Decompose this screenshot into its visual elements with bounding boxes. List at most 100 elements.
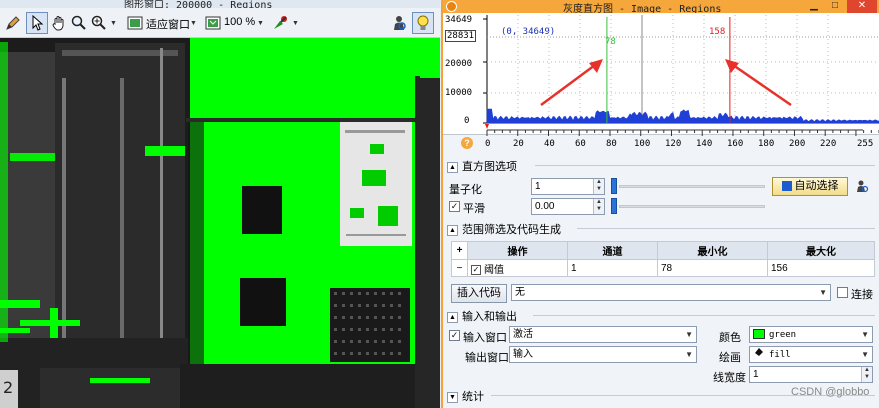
io-header[interactable]: ▲ 输入和输出 — [447, 308, 875, 323]
x-tick-20: 20 — [513, 139, 524, 149]
auto-select-label: 自动选择 — [794, 180, 839, 192]
x-tick-40: 40 — [544, 139, 555, 149]
red-arrow-right — [725, 59, 792, 107]
paint-tool-icon[interactable] — [270, 12, 292, 34]
zoom-dropdown-arrow-icon[interactable]: ▼ — [110, 20, 117, 27]
hand-pan-icon[interactable] — [48, 12, 70, 34]
smooth-checkbox[interactable]: ✓ — [449, 201, 460, 212]
smooth-label: 平滑 — [463, 203, 485, 215]
smooth-slider-track[interactable] — [619, 205, 765, 208]
region-overlay-image: 2 — [0, 38, 440, 408]
maximize-icon[interactable]: □ — [826, 0, 844, 13]
insert-code-button[interactable]: 插入代码 — [451, 284, 507, 303]
zoom-percent-dropdown-arrow-icon[interactable]: ▼ — [257, 20, 264, 27]
row-operation-cell[interactable]: ✓ 阈值 — [467, 259, 568, 277]
x-tick-80: 80 — [606, 139, 617, 149]
histogram-titlebar: 灰度直方图 - Image - Regions ▁ □ ✕ — [443, 0, 879, 15]
row-min[interactable]: 78 — [657, 259, 768, 277]
image-canvas[interactable]: 2 — [0, 38, 440, 408]
range-filter-title: 范围筛选及代码生成 — [462, 224, 561, 236]
auto-select-button[interactable]: 自动选择 — [772, 177, 848, 196]
chevron-down-icon[interactable]: ▼ — [685, 347, 693, 362]
col-operation: 操作 — [467, 241, 568, 260]
row-channel[interactable]: 1 — [567, 259, 658, 277]
insert-code-select[interactable]: 无 ▼ — [511, 284, 831, 301]
histogram-window: 灰度直方图 - Image - Regions ▁ □ ✕ 34649 2883… — [441, 0, 879, 408]
quantize-spinbox[interactable]: 1 ▲ ▼ — [531, 178, 605, 195]
paint-dropdown-arrow-icon[interactable]: ▼ — [292, 20, 299, 27]
smooth-spinbox[interactable]: 0.00 ▲ ▼ — [531, 198, 605, 215]
collapse-icon[interactable]: ▲ — [447, 161, 458, 173]
section-divider — [577, 228, 875, 229]
quantize-slider-thumb[interactable] — [611, 178, 617, 194]
chevron-down-icon[interactable]: ▼ — [861, 327, 869, 342]
table-row[interactable]: − ✓ 阈值 1 78 156 — [451, 259, 875, 277]
range-table-header: + 操作 通道 最小化 最大化 — [451, 241, 875, 260]
max-threshold-label: 158 — [709, 27, 726, 37]
watermark-text: CSDN @globbo — [791, 386, 870, 398]
range-filter-header[interactable]: ▲ 范围筛选及代码生成 — [447, 221, 875, 236]
fit-window-icon[interactable] — [124, 12, 146, 34]
row-max[interactable]: 156 — [767, 259, 875, 277]
remove-row-button[interactable]: − — [451, 259, 468, 277]
x-tick-180: 180 — [758, 139, 775, 149]
chevron-down-icon[interactable]: ▼ — [819, 285, 827, 300]
person-search-icon[interactable] — [855, 179, 869, 193]
histogram-options-header[interactable]: ▲ 直方图选项 — [447, 158, 875, 173]
fit-window-label[interactable]: 适应窗口 — [146, 16, 190, 32]
pencil-icon[interactable] — [2, 12, 24, 34]
quantize-spin-arrows-icon[interactable]: ▲ ▼ — [593, 179, 604, 194]
chevron-down-icon[interactable]: ▼ — [861, 347, 869, 362]
row-operation: 阈值 — [484, 264, 504, 276]
chevron-down-icon[interactable]: ▼ — [685, 327, 693, 342]
add-row-button[interactable]: + — [451, 241, 468, 260]
draw-select[interactable]: fill ▼ — [749, 346, 873, 363]
svg-text:2: 2 — [3, 378, 13, 397]
line-width-spin-arrows-icon[interactable]: ▲ ▼ — [861, 367, 872, 382]
input-window-checkbox[interactable]: ✓ — [449, 330, 460, 341]
input-window-select[interactable]: 激活 ▼ — [509, 326, 697, 343]
histogram-plot[interactable]: 34649 28831 20000 10000 0 (0, 34649) 78 … — [443, 13, 879, 135]
x-tick-140: 140 — [696, 139, 713, 149]
image-window: 图形窗口: 200000 - Regions ▼ 适应窗口 ▼ 100 % ▼ — [0, 0, 440, 408]
col-max: 最大化 — [767, 241, 875, 260]
quantize-slider-track[interactable] — [619, 185, 765, 188]
magnifier-icon[interactable] — [68, 12, 90, 34]
line-width-value: 1 — [753, 369, 759, 380]
collapse-icon[interactable]: ▲ — [447, 224, 458, 236]
x-tick-0: 0 — [485, 139, 491, 149]
line-width-label: 线宽度 — [713, 372, 746, 384]
range-table: + 操作 通道 最小化 最大化 − ✓ 阈值 1 78 156 — [451, 241, 875, 277]
smooth-slider-thumb[interactable] — [611, 198, 617, 214]
inspect-person-icon[interactable] — [388, 12, 410, 34]
x-tick-160: 160 — [727, 139, 744, 149]
line-width-spinbox[interactable]: 1 ▲ ▼ — [749, 366, 873, 383]
zoom-percent-icon[interactable] — [202, 12, 224, 34]
minimize-icon[interactable]: ▁ — [805, 0, 823, 13]
output-window-label: 输出窗口 — [465, 352, 509, 364]
row-checkbox[interactable]: ✓ — [471, 264, 481, 275]
x-tick-60: 60 — [575, 139, 586, 149]
collapse-icon[interactable]: ▲ — [447, 311, 458, 323]
smooth-spin-arrows-icon[interactable]: ▲ ▼ — [593, 199, 604, 214]
x-axis-ruler — [485, 124, 879, 136]
close-icon[interactable]: ✕ — [847, 0, 877, 13]
fit-dropdown-arrow-icon[interactable]: ▼ — [190, 20, 197, 27]
x-tick-100: 100 — [634, 139, 651, 149]
red-arrow-left — [540, 59, 603, 107]
pointer-icon[interactable] — [26, 12, 48, 34]
smooth-value: 0.00 — [535, 201, 555, 212]
zoom-percent-label[interactable]: 100 % — [224, 16, 255, 28]
x-tick-220: 220 — [820, 139, 837, 149]
input-window-value: 激活 — [513, 329, 533, 340]
lightbulb-icon[interactable] — [412, 12, 434, 34]
insert-code-value: 无 — [515, 287, 525, 298]
expand-icon[interactable]: ▼ — [447, 391, 458, 403]
help-icon[interactable]: ? — [461, 137, 473, 149]
histogram-x-axis[interactable]: ? — [443, 124, 879, 152]
color-swatch — [753, 329, 765, 340]
zoom-in-icon[interactable] — [88, 12, 110, 34]
output-window-select[interactable]: 输入 ▼ — [509, 346, 697, 363]
color-select[interactable]: green ▼ — [749, 326, 873, 343]
connect-checkbox[interactable] — [837, 287, 848, 298]
